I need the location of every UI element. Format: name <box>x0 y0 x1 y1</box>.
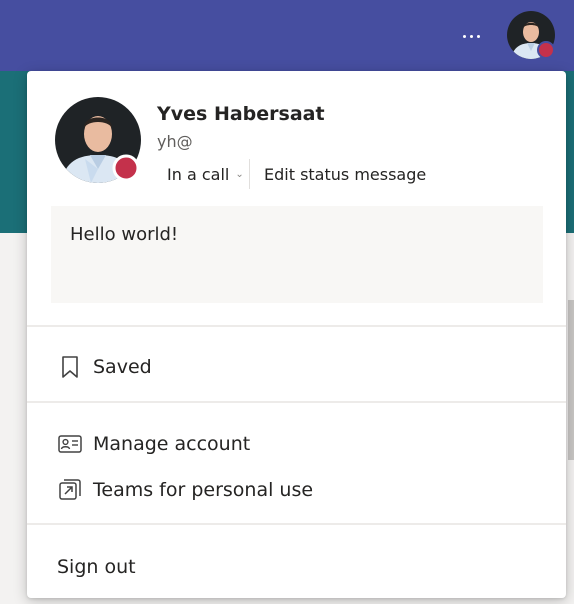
saved-label: Saved <box>93 356 152 378</box>
contact-card-icon <box>57 431 83 457</box>
teams-personal-use-label: Teams for personal use <box>93 479 314 501</box>
presence-busy-icon <box>112 154 140 182</box>
presence-dropdown[interactable]: In a call ⌄ <box>159 159 252 189</box>
teams-personal-use-menu-item[interactable]: Teams for personal use <box>27 470 566 510</box>
chevron-down-icon: ⌄ <box>235 168 244 180</box>
status-message-box[interactable]: Hello world! <box>51 206 543 303</box>
manage-account-menu-item[interactable]: Manage account <box>27 424 566 464</box>
profile-avatar <box>55 97 141 183</box>
sign-out-menu-item[interactable]: Sign out <box>27 547 566 587</box>
background-scrollbar[interactable] <box>568 300 574 460</box>
status-separator <box>249 159 250 189</box>
more-dot-icon <box>476 34 480 38</box>
presence-busy-icon <box>537 41 555 59</box>
edit-status-message-button[interactable]: Edit status message <box>256 159 434 189</box>
user-avatar-photo-icon <box>55 97 141 183</box>
user-avatar-photo-icon <box>507 11 555 59</box>
edit-status-label: Edit status message <box>264 164 427 184</box>
open-external-icon <box>57 477 83 503</box>
status-message-text: Hello world! <box>70 224 179 245</box>
divider <box>27 325 566 327</box>
sign-out-label: Sign out <box>57 556 136 578</box>
more-dot-icon <box>469 34 473 38</box>
more-dot-icon <box>462 34 466 38</box>
manage-account-label: Manage account <box>93 433 251 455</box>
more-options-button[interactable] <box>452 22 490 50</box>
divider <box>27 401 566 403</box>
profile-panel: Yves Habersaat yh@ In a call ⌄ Edit stat… <box>27 71 566 598</box>
bookmark-icon <box>57 354 83 380</box>
profile-name: Yves Habersaat <box>157 103 325 125</box>
header-avatar-button[interactable] <box>507 11 555 59</box>
saved-menu-item[interactable]: Saved <box>27 347 566 387</box>
presence-label: In a call <box>167 164 230 184</box>
divider <box>27 523 566 525</box>
profile-handle: yh@ <box>157 132 193 151</box>
